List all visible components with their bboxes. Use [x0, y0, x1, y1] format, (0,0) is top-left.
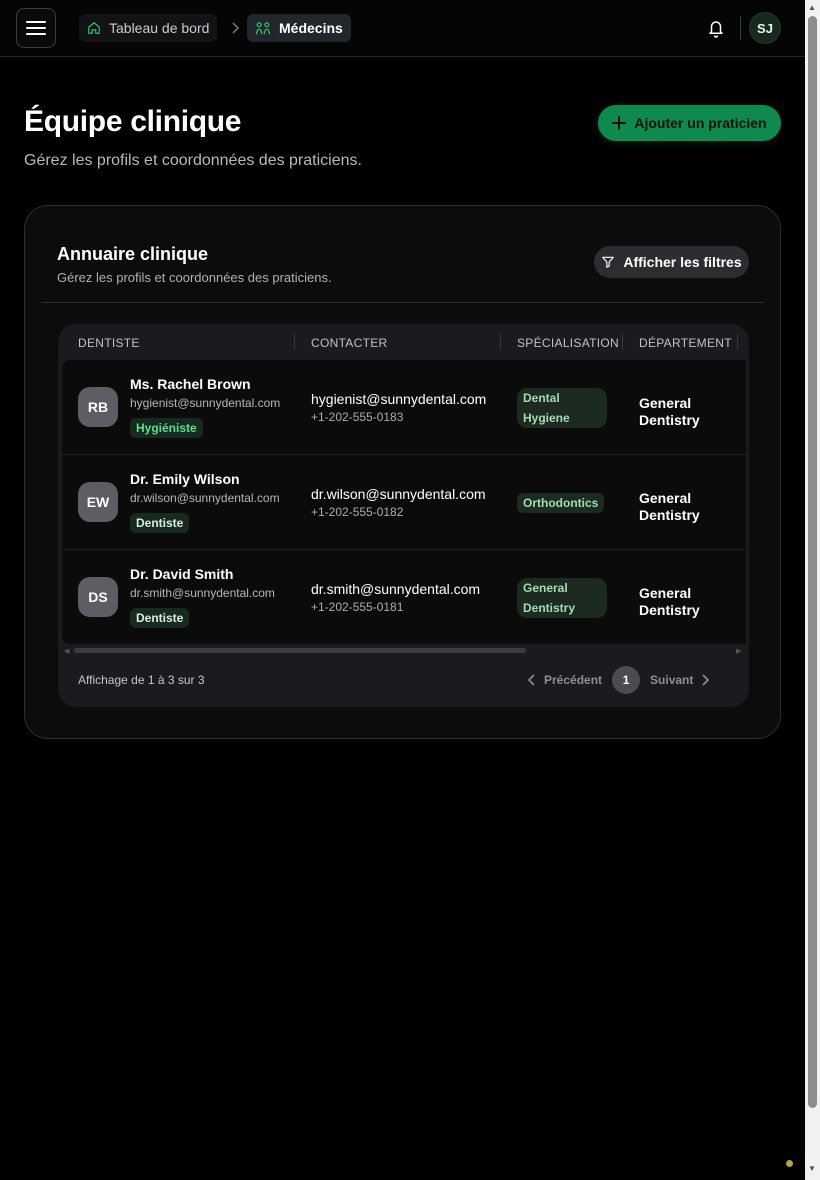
breadcrumb-home[interactable]: Tableau de bord: [79, 14, 218, 42]
chevron-left-icon: [528, 674, 535, 686]
department: General Dentistry: [639, 490, 700, 523]
practitioner-email: hygienist@sunnydental.com: [130, 396, 281, 410]
show-filters-button[interactable]: Afficher les filtres: [594, 246, 749, 278]
plus-icon: [612, 116, 627, 130]
top-bar-divider: [740, 16, 741, 40]
column-separator: [622, 334, 623, 350]
show-filters-label: Afficher les filtres: [623, 254, 742, 270]
window-scrollbar-thumb[interactable]: [808, 16, 817, 1108]
page-subtitle: Gérez les profils et coordonnées des pra…: [24, 152, 362, 169]
horizontal-scrollbar[interactable]: ◀ ▶: [62, 646, 746, 655]
bell-icon: [709, 21, 723, 38]
menu-icon: [26, 21, 46, 35]
status-dot: [786, 1160, 793, 1167]
column-header-contact[interactable]: CONTACTER: [311, 336, 387, 350]
previous-page-button[interactable]: Précédent: [528, 673, 602, 687]
scroll-down-icon[interactable]: ▼: [808, 1164, 816, 1173]
column-separator: [294, 334, 295, 350]
column-header-dentist[interactable]: DENTISTE: [78, 336, 140, 350]
menu-button[interactable]: [16, 8, 56, 48]
practitioner-avatar: RB: [78, 387, 118, 427]
window-scrollbar[interactable]: ▲ ▼: [805, 0, 820, 1180]
table-row[interactable]: DS Dr. David Smith dr.smith@sunnydental.…: [62, 550, 746, 645]
table-row[interactable]: EW Dr. Emily Wilson dr.wilson@sunnydenta…: [62, 455, 746, 550]
previous-page-label: Précédent: [544, 673, 603, 687]
stethoscope-icon: [256, 22, 270, 35]
specialization-badge: General Dentistry: [517, 578, 607, 618]
practitioner-email: dr.wilson@sunnydental.com: [130, 491, 280, 505]
horizontal-scrollbar-thumb[interactable]: [74, 648, 526, 653]
scroll-left-icon[interactable]: ◀: [64, 647, 69, 655]
page-number-button[interactable]: 1: [612, 666, 641, 694]
role-badge: Hygiéniste: [130, 418, 203, 438]
role-badge: Dentiste: [130, 513, 190, 533]
column-separator: [500, 334, 501, 350]
column-header-specialization[interactable]: SPÉCIALISATION: [517, 336, 619, 350]
table-header: DENTISTE CONTACTER SPÉCIALISATION DÉPART…: [58, 324, 749, 360]
contact-email[interactable]: hygienist@sunnydental.com: [311, 391, 486, 407]
add-practitioner-button[interactable]: Ajouter un praticien: [598, 105, 781, 141]
contact-phone: +1-202-555-0182: [311, 505, 404, 519]
contact-phone: +1-202-555-0183: [311, 410, 404, 424]
page-title: Équipe clinique: [24, 105, 242, 138]
column-header-department[interactable]: DÉPARTEMENT: [639, 336, 732, 350]
department: General Dentistry: [639, 395, 700, 428]
chevron-right-icon: [702, 674, 710, 686]
practitioner-avatar: DS: [78, 577, 118, 617]
breadcrumb-current[interactable]: Médecins: [247, 14, 351, 42]
home-icon: [88, 22, 100, 34]
column-separator: [737, 334, 738, 350]
breadcrumb-current-label: Médecins: [279, 20, 343, 36]
scroll-up-icon[interactable]: ▲: [808, 3, 816, 12]
breadcrumb-home-label: Tableau de bord: [109, 20, 210, 36]
specialization-badge: Orthodontics: [517, 493, 605, 513]
add-practitioner-label: Ajouter un praticien: [634, 115, 767, 131]
contact-email[interactable]: dr.wilson@sunnydental.com: [311, 486, 486, 502]
directory-subtitle: Gérez les profils et coordonnées des pra…: [57, 270, 332, 285]
chevron-right-icon: [232, 22, 240, 34]
pagination: Précédent 1 Suivant: [528, 666, 710, 694]
page: Tableau de bord Médecins SJ Équipe clini…: [0, 0, 820, 1180]
table-row[interactable]: RB Ms. Rachel Brown hygienist@sunnydenta…: [62, 360, 746, 455]
directory-card: Annuaire clinique Gérez les profils et c…: [24, 205, 781, 739]
contact-email[interactable]: dr.smith@sunnydental.com: [311, 581, 480, 597]
pagination-info: Affichage de 1 à 3 sur 3: [78, 673, 205, 687]
user-avatar[interactable]: SJ: [749, 12, 781, 44]
practitioner-name[interactable]: Dr. David Smith: [130, 566, 233, 582]
top-bar: Tableau de bord Médecins SJ: [0, 0, 805, 57]
practitioners-table: DENTISTE CONTACTER SPÉCIALISATION DÉPART…: [58, 324, 749, 707]
department: General Dentistry: [639, 585, 700, 618]
scroll-right-icon[interactable]: ▶: [736, 647, 741, 655]
practitioner-email: dr.smith@sunnydental.com: [130, 586, 275, 600]
notifications-button[interactable]: [704, 16, 728, 40]
contact-phone: +1-202-555-0181: [311, 600, 404, 614]
practitioner-name[interactable]: Dr. Emily Wilson: [130, 471, 240, 487]
practitioner-avatar: EW: [78, 482, 118, 522]
card-divider: [41, 302, 764, 303]
directory-title: Annuaire clinique: [57, 244, 209, 264]
role-badge: Dentiste: [130, 608, 190, 628]
table-body: RB Ms. Rachel Brown hygienist@sunnydenta…: [62, 360, 746, 644]
next-page-label: Suivant: [650, 673, 694, 687]
breadcrumb-separator: [227, 19, 243, 37]
practitioner-name[interactable]: Ms. Rachel Brown: [130, 376, 251, 392]
specialization-badge: Dental Hygiene: [517, 388, 607, 428]
next-page-button[interactable]: Suivant: [650, 673, 710, 687]
filter-icon: [602, 256, 615, 268]
